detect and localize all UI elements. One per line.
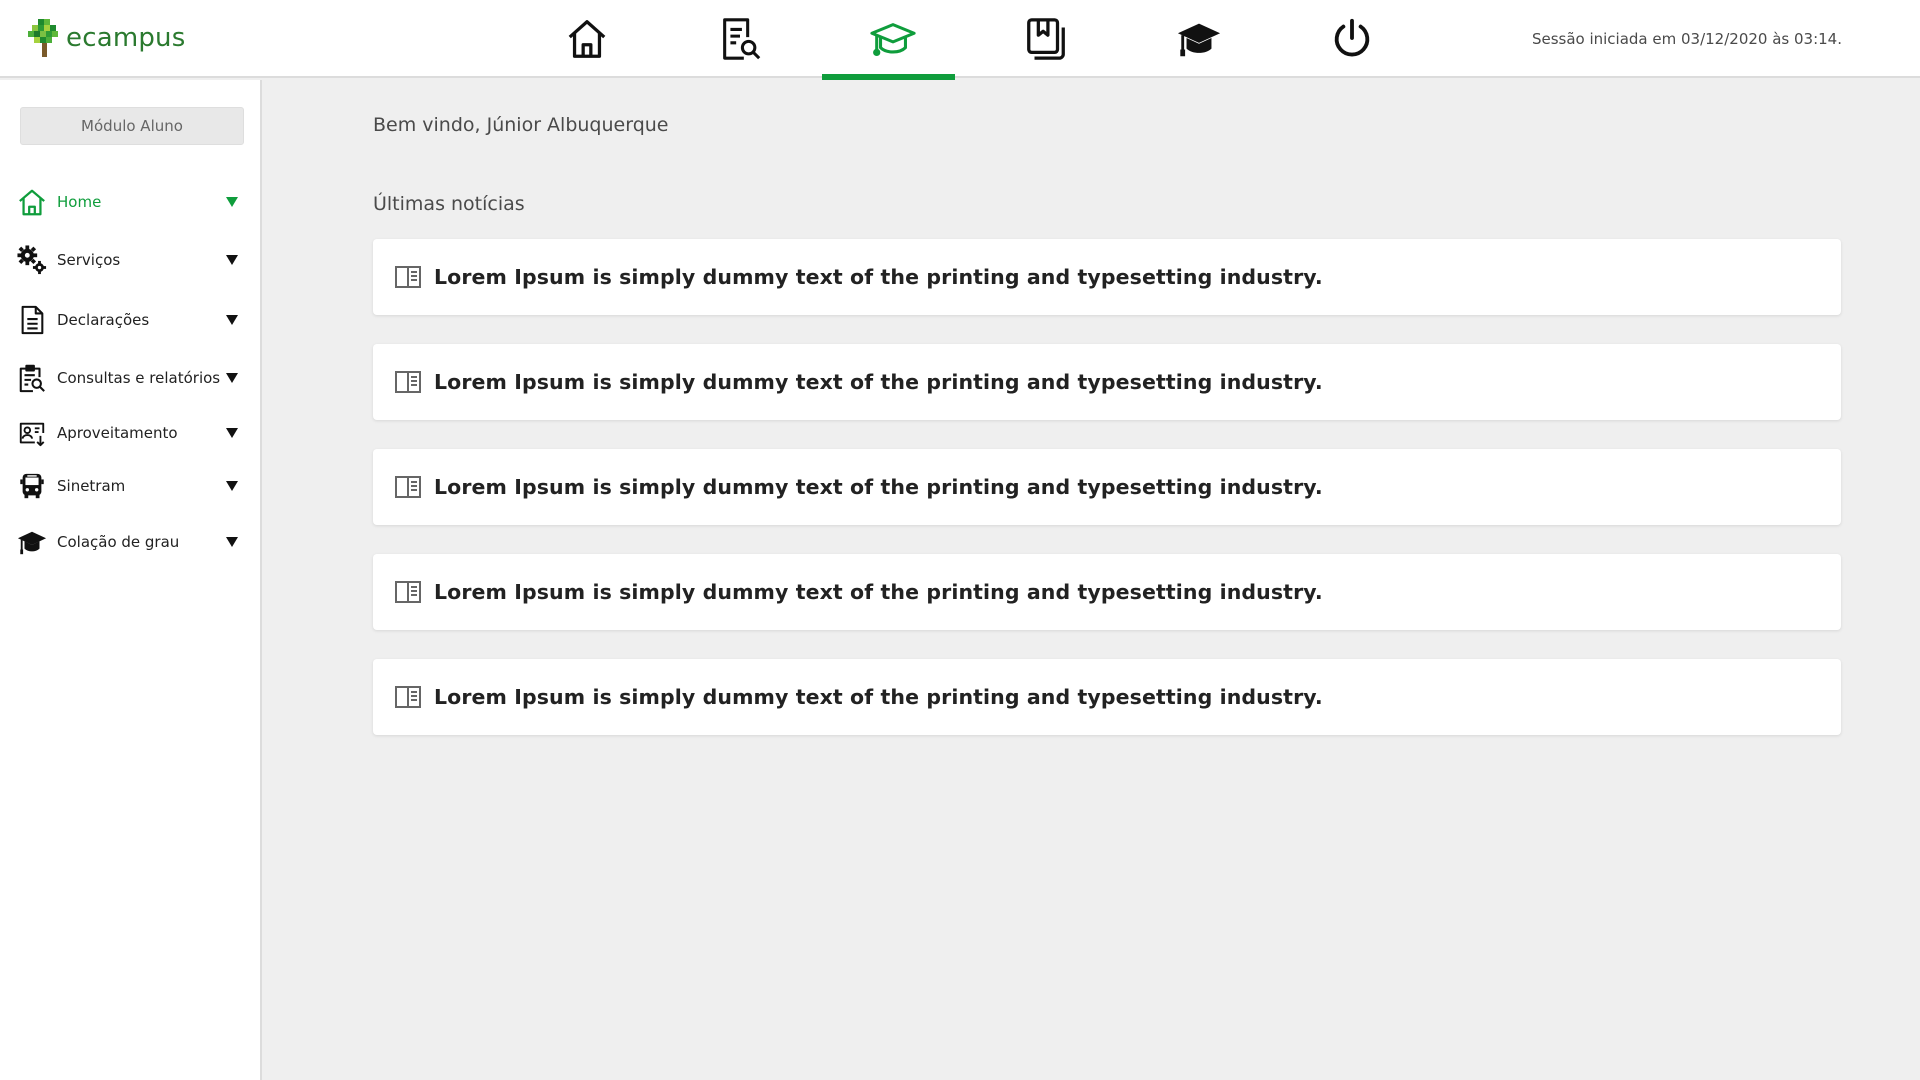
news-title: Lorem Ipsum is simply dummy text of the … bbox=[434, 580, 1323, 604]
topnav-home[interactable] bbox=[510, 0, 663, 78]
sidebar-item-declaracoes[interactable]: Declarações bbox=[0, 298, 262, 342]
news-card[interactable]: Lorem Ipsum is simply dummy text of the … bbox=[373, 554, 1841, 630]
sidebar-item-servicos[interactable]: Serviços bbox=[0, 238, 262, 282]
sidebar-item-consultas[interactable]: Consultas e relatórios bbox=[0, 356, 262, 400]
topnav-bookmarks[interactable] bbox=[969, 0, 1122, 78]
id-card-icon bbox=[16, 417, 48, 449]
sidebar-item-label: Consultas e relatórios bbox=[57, 369, 221, 387]
news-heading: Últimas notícias bbox=[373, 193, 525, 215]
sidebar-item-sinetram[interactable]: Sinetram bbox=[0, 464, 262, 508]
news-card[interactable]: Lorem Ipsum is simply dummy text of the … bbox=[373, 449, 1841, 525]
home-icon bbox=[568, 20, 605, 58]
top-nav bbox=[510, 0, 1428, 80]
sidebar-item-label: Home bbox=[57, 193, 102, 211]
topnav-document-search[interactable] bbox=[663, 0, 816, 78]
topnav-graduation-filled[interactable] bbox=[1122, 0, 1275, 78]
sidebar-item-label: Colação de grau bbox=[57, 533, 180, 551]
top-bar: ecampus Sessão iniciada em 03/12/2020 às… bbox=[0, 0, 1920, 80]
sidebar-item-aproveitamento[interactable]: Aproveitamento bbox=[0, 411, 262, 455]
caret-down-icon bbox=[226, 537, 238, 547]
sidebar-item-label: Serviços bbox=[57, 251, 121, 269]
clipboard-search-icon bbox=[16, 362, 48, 394]
bookmark-stack-icon bbox=[1026, 18, 1065, 60]
sidebar-item-label: Aproveitamento bbox=[57, 424, 178, 442]
caret-down-icon bbox=[226, 373, 238, 383]
sidebar: Módulo Aluno Home Serviços Declarações C… bbox=[0, 80, 262, 1080]
news-title: Lorem Ipsum is simply dummy text of the … bbox=[434, 475, 1323, 499]
logo[interactable]: ecampus bbox=[28, 18, 185, 58]
caret-down-icon bbox=[226, 428, 238, 438]
caret-down-icon bbox=[226, 315, 238, 325]
news-card[interactable]: Lorem Ipsum is simply dummy text of the … bbox=[373, 659, 1841, 735]
topnav-logout[interactable] bbox=[1275, 0, 1428, 78]
session-info: Sessão iniciada em 03/12/2020 às 03:14. bbox=[1531, 30, 1842, 48]
news-icon bbox=[395, 581, 421, 603]
news-icon bbox=[395, 686, 421, 708]
caret-down-icon bbox=[226, 197, 238, 207]
module-button[interactable]: Módulo Aluno bbox=[20, 107, 244, 145]
caret-down-icon bbox=[226, 481, 238, 491]
power-icon bbox=[1334, 18, 1369, 57]
news-title: Lorem Ipsum is simply dummy text of the … bbox=[434, 265, 1323, 289]
tree-logo-icon bbox=[28, 19, 58, 57]
document-icon bbox=[16, 304, 48, 336]
news-icon bbox=[395, 371, 421, 393]
welcome-message: Bem vindo, Júnior Albuquerque bbox=[373, 114, 669, 136]
bus-icon bbox=[16, 470, 48, 502]
sidebar-item-home[interactable]: Home bbox=[0, 180, 262, 224]
topnav-graduation[interactable] bbox=[816, 0, 969, 80]
sidebar-item-label: Sinetram bbox=[57, 477, 126, 495]
news-title: Lorem Ipsum is simply dummy text of the … bbox=[434, 370, 1323, 394]
news-icon bbox=[395, 266, 421, 288]
graduation-cap-outline-icon bbox=[869, 23, 916, 57]
news-title: Lorem Ipsum is simply dummy text of the … bbox=[434, 685, 1323, 709]
sidebar-item-label: Declarações bbox=[57, 311, 150, 329]
document-search-icon bbox=[722, 18, 760, 60]
caret-down-icon bbox=[226, 255, 238, 265]
logo-text: ecampus bbox=[66, 23, 186, 53]
gears-icon bbox=[16, 244, 48, 276]
graduation-cap-icon bbox=[16, 526, 48, 558]
graduation-cap-icon bbox=[1177, 23, 1220, 57]
home-icon bbox=[16, 186, 48, 218]
news-card[interactable]: Lorem Ipsum is simply dummy text of the … bbox=[373, 344, 1841, 420]
news-card[interactable]: Lorem Ipsum is simply dummy text of the … bbox=[373, 239, 1841, 315]
sidebar-item-colacao[interactable]: Colação de grau bbox=[0, 520, 262, 564]
news-icon bbox=[395, 476, 421, 498]
